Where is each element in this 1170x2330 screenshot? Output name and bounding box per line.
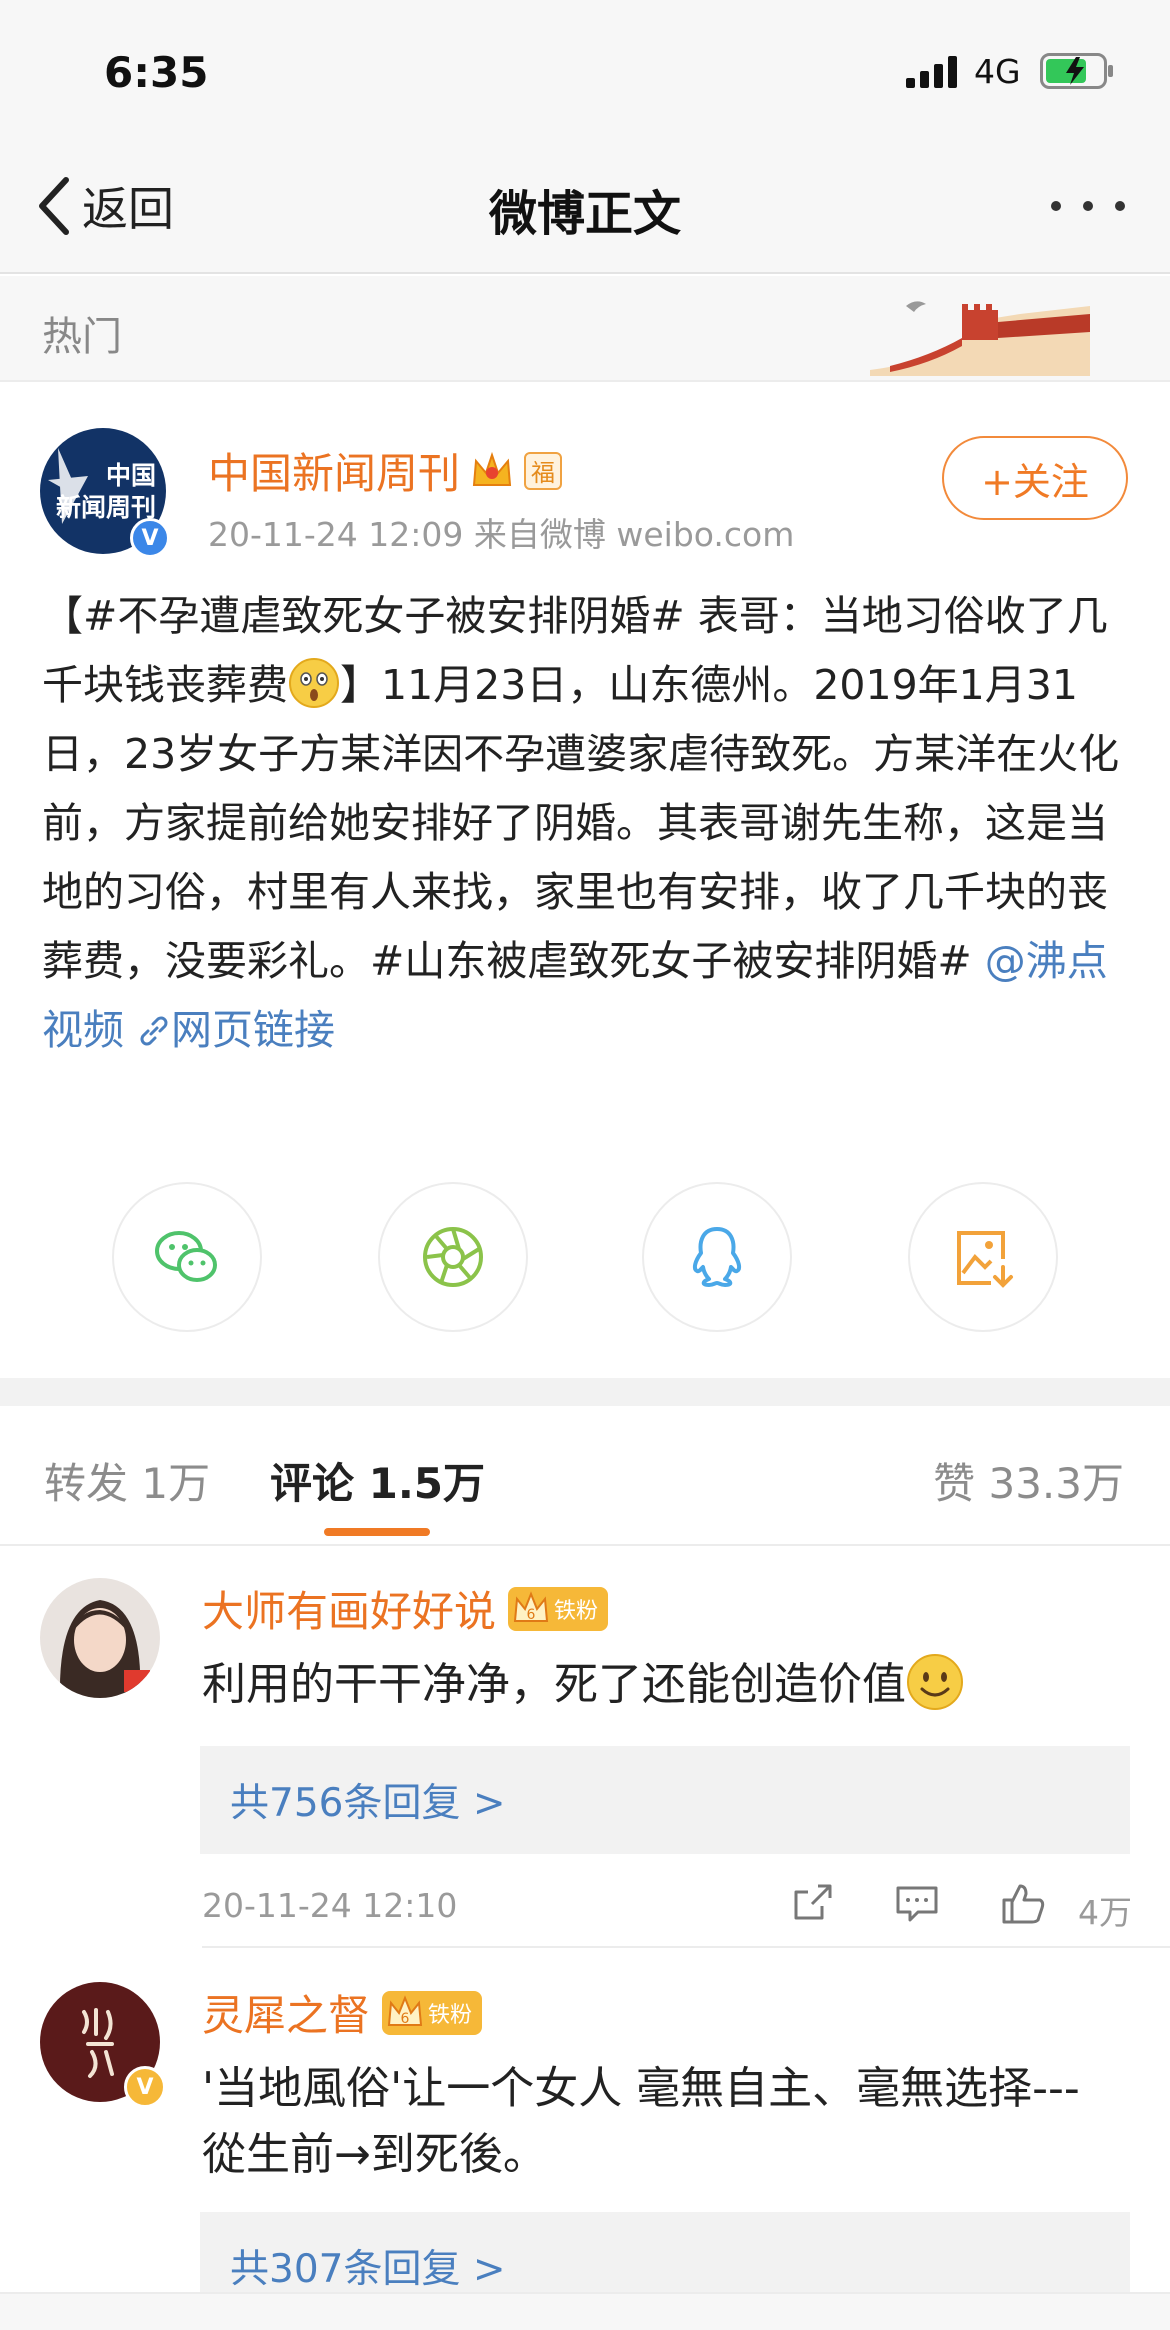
fan-badge: 6 铁粉 <box>382 1990 483 2035</box>
back-label: 返回 <box>82 182 174 236</box>
commenter-avatar[interactable]: V <box>40 1982 166 2108</box>
link-icon <box>140 1016 168 1046</box>
save-image-button[interactable] <box>908 1182 1058 1332</box>
great-wall-decoration <box>870 301 1090 376</box>
author-avatar[interactable]: 中国 新闻周刊 V <box>40 428 170 558</box>
interaction-tabs: 转发 1万 评论 1.5万 赞 33.3万 <box>0 1406 1170 1546</box>
save-image-icon <box>957 1231 1013 1288</box>
reply-icon[interactable] <box>892 1878 942 1928</box>
commenter-name[interactable]: 灵犀之督 6 铁粉 <box>202 1982 483 2043</box>
smile-emoji-icon <box>907 1654 963 1710</box>
comment-text: 利用的干干净净，死了还能创造价值 <box>202 1652 1132 1718</box>
network-type: 4G <box>974 52 1021 91</box>
section-divider <box>0 1378 1170 1406</box>
fu-badge: 福 <box>524 451 563 490</box>
post-content: 【#不孕遭虐致死女子被安排阴婚# 表哥：当地习俗收了几千块钱丧葬费 】11月23日… <box>42 592 1120 1054</box>
share-wechat-button[interactable] <box>112 1182 262 1332</box>
view-replies-link[interactable]: 共756条回复 > <box>200 1746 1130 1854</box>
weibo-post: 中国 新闻周刊 V 中国新闻周刊 福 20-11-24 12:09 来自微博 w… <box>0 384 1170 1404</box>
web-link[interactable]: 网页链接 <box>137 1006 335 1054</box>
tab-likes[interactable]: 赞 33.3万 <box>933 1450 1124 1511</box>
tab-repost[interactable]: 转发 1万 <box>44 1450 210 1511</box>
share-row <box>112 1182 1058 1332</box>
follow-button[interactable]: +关注 <box>942 436 1128 520</box>
verified-icon: V <box>124 2066 166 2108</box>
back-button[interactable]: 返回 <box>36 174 174 238</box>
comment-time: 20-11-24 12:10 <box>202 1886 458 1925</box>
comment-item: V 灵犀之督 6 铁粉 '当地風俗'让一个女人 毫無自主、毫無选择---從生前→… <box>0 1948 1170 2320</box>
svg-text:6: 6 <box>527 1607 536 1623</box>
comment-like-count: 4万 <box>1078 1893 1132 1932</box>
more-icon[interactable] <box>1046 184 1130 228</box>
share-icon[interactable] <box>788 1878 838 1928</box>
like-icon[interactable] <box>998 1878 1048 1928</box>
status-time: 6:35 <box>104 48 209 97</box>
chevron-left-icon <box>39 177 69 235</box>
battery-icon <box>1040 53 1113 89</box>
bottom-toolbar <box>0 2292 1170 2330</box>
astonished-emoji-icon <box>289 658 339 708</box>
hot-bar: 热门 <box>0 276 1170 382</box>
qq-icon <box>692 1227 742 1287</box>
comment-item: 大师有画好好说 6 铁粉 利用的干干净净，死了还能创造价值 共756条回复 > … <box>0 1548 1170 1952</box>
share-qq-button[interactable] <box>642 1182 792 1332</box>
hot-label: 热门 <box>42 314 122 360</box>
tab-comments[interactable]: 评论 1.5万 <box>270 1450 485 1511</box>
commenter-name[interactable]: 大师有画好好说 6 铁粉 <box>202 1578 609 1639</box>
commenter-avatar[interactable] <box>40 1578 160 1698</box>
wechat-icon <box>155 1231 217 1282</box>
post-meta: 20-11-24 12:09 来自微博 weibo.com <box>208 515 795 554</box>
svg-text:6: 6 <box>401 2011 410 2027</box>
comment-footer: 20-11-24 12:10 4万 <box>202 1878 1132 1938</box>
nav-bar: 返回 微博正文 <box>0 140 1170 274</box>
fan-badge: 6 铁粉 <box>508 1586 609 1631</box>
active-tab-indicator <box>324 1528 430 1536</box>
status-bar: 6:35 4G <box>0 0 1170 140</box>
comment-text: '当地風俗'让一个女人 毫無自主、毫無选择---從生前→到死後。 <box>202 2063 1080 2180</box>
avatar-image <box>40 1578 160 1698</box>
moments-icon <box>423 1227 483 1287</box>
signal-icon <box>906 56 957 88</box>
verified-icon: V <box>130 518 170 558</box>
author-name[interactable]: 中国新闻周刊 福 <box>208 440 563 501</box>
avatar-label: 中国 新闻周刊 <box>55 461 156 522</box>
page-title: 微博正文 <box>488 186 681 242</box>
crown-icon <box>472 451 512 486</box>
crown-icon: 6 <box>387 1994 423 2027</box>
crown-icon: 6 <box>513 1590 549 1623</box>
share-moments-button[interactable] <box>378 1182 528 1332</box>
